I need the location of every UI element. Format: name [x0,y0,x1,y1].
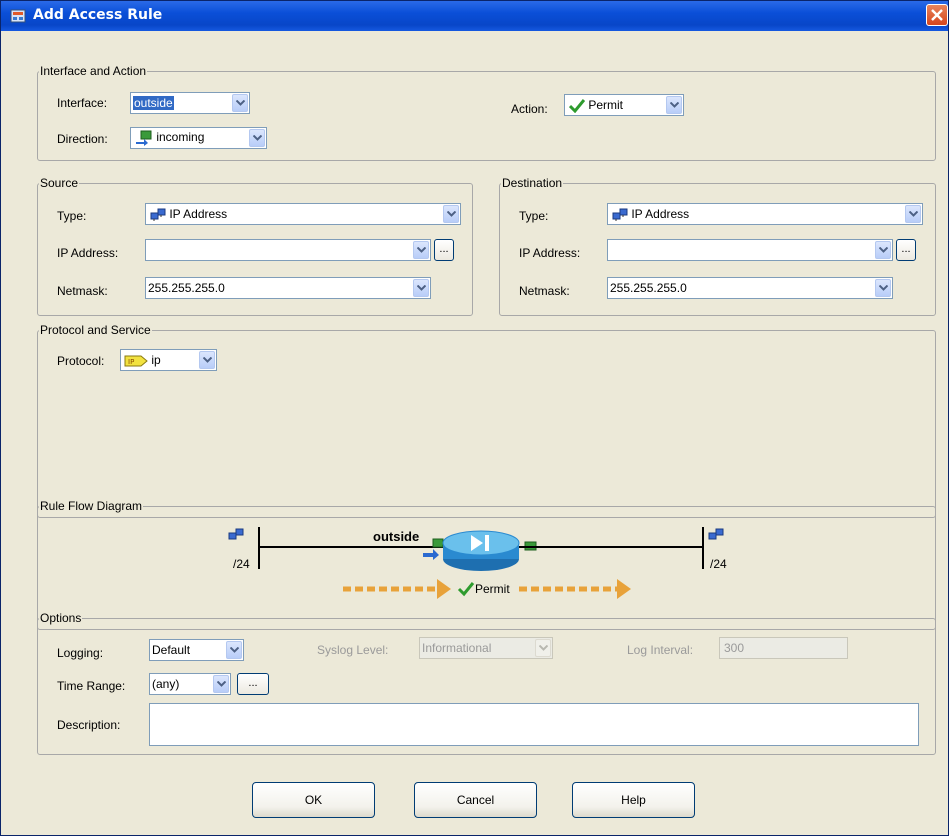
action-value: Permit [588,98,624,112]
source-type-label: Type: [57,209,87,223]
chevron-down-icon [535,639,551,657]
close-icon [931,9,943,21]
network-host-icon [150,208,166,221]
protocol-legend: Protocol and Service [40,323,151,337]
syslog-level-label: Syslog Level: [317,643,389,657]
chevron-down-icon[interactable] [443,205,459,223]
dialog-body: Interface and Action Interface: outside … [7,31,942,831]
action-select[interactable]: Permit [564,94,684,116]
destination-ip-label: IP Address: [519,246,581,260]
direction-select[interactable]: incoming [130,127,267,149]
chevron-down-icon[interactable] [232,94,248,112]
protocol-label: Protocol: [57,354,105,368]
destination-netmask-select[interactable]: 255.255.255.0 [607,277,893,299]
flow-arrow-left [343,579,451,599]
source-browse-button[interactable]: ... [434,239,454,261]
check-icon [569,98,585,113]
network-host-icon [612,208,628,221]
chevron-down-icon[interactable] [226,641,242,659]
ok-button[interactable]: OK [252,782,375,818]
source-legend: Source [40,176,79,190]
description-label: Description: [57,718,121,732]
ip-badge-text: IP [128,358,134,366]
interface-action-legend: Interface and Action [40,64,147,78]
dialog-window: Add Access Rule Interface and Action Int… [0,0,949,836]
destination-netmask-value: 255.255.255.0 [610,281,687,295]
flow-interface-label: outside [373,529,419,544]
source-ip-input[interactable] [145,239,431,261]
flow-arrow-right [519,579,631,599]
source-type-select[interactable]: IP Address [145,203,461,225]
log-interval-label: Log Interval: [627,643,694,657]
chevron-down-icon[interactable] [249,129,265,147]
source-host-icon [228,528,244,540]
destination-netmask-label: Netmask: [519,284,570,298]
source-ip-label: IP Address: [57,246,119,260]
options-legend: Options [40,611,82,625]
protocol-value: ip [151,353,161,367]
title-bar[interactable]: Add Access Rule [1,1,948,31]
action-label: Action: [511,102,548,116]
interface-value: outside [133,96,174,110]
source-type-value: IP Address [169,207,228,221]
chevron-down-icon[interactable] [199,351,215,369]
chevron-down-icon[interactable] [213,675,229,693]
destination-legend: Destination [502,176,563,190]
logging-label: Logging: [57,646,104,660]
flow-right-mask: /24 [710,557,727,571]
protocol-select[interactable]: IP ip [120,349,217,371]
destination-ip-input[interactable] [607,239,893,261]
time-range-value: (any) [152,677,180,691]
cancel-button[interactable]: Cancel [414,782,537,818]
chevron-down-icon[interactable] [905,205,921,223]
destination-type-label: Type: [519,209,549,223]
syslog-level-value: Informational [422,641,492,655]
log-interval-value: 300 [724,641,745,655]
source-netmask-value: 255.255.255.0 [148,281,225,295]
logging-select[interactable]: Default [149,639,244,661]
source-netmask-label: Netmask: [57,284,108,298]
check-icon [457,582,475,597]
chevron-down-icon[interactable] [875,279,891,297]
destination-type-select[interactable]: IP Address [607,203,923,225]
direction-value: incoming [156,130,205,145]
asdm-app-icon [10,9,26,23]
close-button[interactable] [926,4,948,26]
syslog-level-select: Informational [419,637,553,659]
destination-type-value: IP Address [631,207,690,221]
window-title: Add Access Rule [33,7,163,23]
rule-flow-diagram: outside /24 /24 Permit [228,527,727,599]
description-input[interactable] [149,703,919,746]
flow-action-label: Permit [475,582,510,596]
interface-label: Interface: [57,96,108,110]
firewall-router-icon [442,530,520,571]
time-range-select[interactable]: (any) [149,673,231,695]
destination-browse-button[interactable]: ... [896,239,916,261]
interface-select[interactable]: outside [130,92,250,114]
help-button[interactable]: Help [572,782,695,818]
incoming-arrow-icon [423,538,444,560]
time-range-label: Time Range: [57,679,126,693]
ip-protocol-icon: IP [124,355,148,367]
chevron-down-icon[interactable] [413,241,429,259]
chevron-down-icon[interactable] [666,96,682,114]
direction-label: Direction: [57,132,108,146]
chevron-down-icon[interactable] [875,241,891,259]
incoming-arrow-icon [136,130,152,146]
source-netmask-select[interactable]: 255.255.255.0 [145,277,431,299]
time-range-browse-button[interactable]: ... [237,673,269,695]
chevron-down-icon[interactable] [413,279,429,297]
destination-host-icon [708,528,724,540]
flow-diagram-legend: Rule Flow Diagram [40,499,143,513]
log-interval-input: 300 [719,637,848,659]
flow-left-mask: /24 [233,557,250,571]
logging-value: Default [152,643,191,657]
